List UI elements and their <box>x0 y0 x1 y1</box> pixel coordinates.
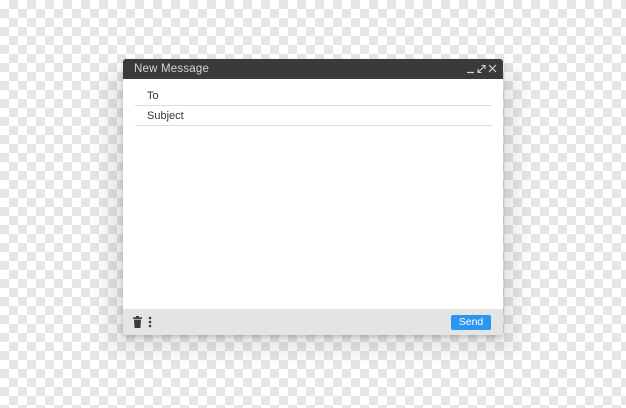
title-bar: New Message <box>123 59 503 79</box>
subject-label: Subject <box>147 110 184 122</box>
compose-window: New Message To Subject Send <box>123 59 503 335</box>
window-title: New Message <box>134 63 210 75</box>
subject-field[interactable]: Subject <box>135 105 492 126</box>
minimize-icon[interactable] <box>465 62 476 75</box>
to-field[interactable]: To <box>135 85 492 106</box>
trash-icon[interactable] <box>133 316 142 328</box>
compose-footer: Send <box>123 309 503 335</box>
message-body[interactable] <box>123 127 503 307</box>
expand-icon[interactable] <box>476 62 487 75</box>
more-options-icon[interactable] <box>148 316 152 328</box>
send-button[interactable]: Send <box>451 315 491 330</box>
close-icon[interactable] <box>487 62 498 75</box>
to-label: To <box>147 90 159 102</box>
